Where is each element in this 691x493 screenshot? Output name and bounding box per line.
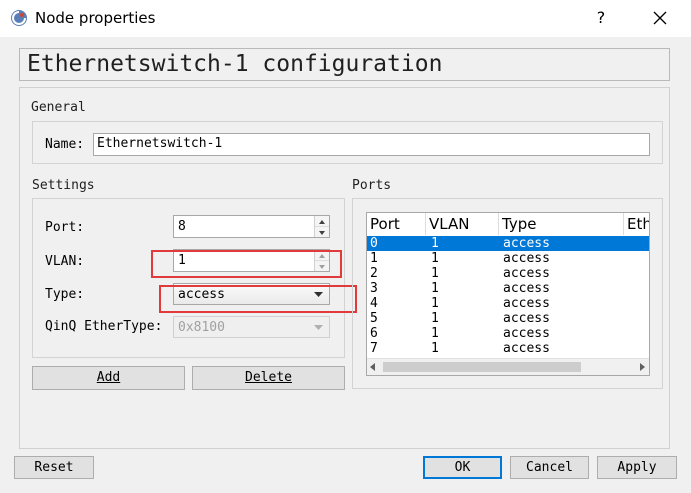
table-row[interactable]: 1 1 access — [367, 251, 649, 266]
column-header-type[interactable]: Type — [499, 213, 624, 235]
cell-vlan: 1 — [431, 236, 439, 251]
table-row[interactable]: 4 1 access — [367, 296, 649, 311]
cell-vlan: 1 — [431, 326, 439, 341]
delete-button-label: Delete — [245, 370, 292, 385]
port-decrement[interactable] — [315, 227, 329, 238]
cell-vlan: 1 — [431, 251, 439, 266]
cell-vlan: 1 — [431, 281, 439, 296]
reset-button[interactable]: Reset — [14, 456, 94, 479]
port-label: Port: — [45, 220, 85, 235]
column-header-port[interactable]: Port — [367, 213, 426, 235]
cell-type: access — [503, 311, 550, 326]
port-spinbox[interactable]: 8 — [173, 215, 330, 238]
highlight-box-type — [159, 285, 357, 313]
qinq-label: QinQ EtherType: — [45, 319, 163, 334]
name-label: Name: — [45, 137, 85, 152]
column-header-vlan[interactable]: VLAN — [426, 213, 499, 235]
port-spin-buttons — [314, 216, 329, 237]
cell-type: access — [503, 266, 550, 281]
cell-vlan: 1 — [431, 266, 439, 281]
ok-button[interactable]: OK — [423, 456, 502, 479]
cell-type: access — [503, 326, 550, 341]
table-row[interactable]: 5 1 access — [367, 311, 649, 326]
cell-port: 1 — [370, 251, 378, 266]
cell-type: access — [503, 281, 550, 296]
add-button-label: Add — [96, 370, 121, 385]
table-row[interactable]: 0 1 access — [367, 236, 649, 251]
vlan-label: VLAN: — [45, 254, 85, 269]
cell-type: access — [503, 236, 550, 251]
scroll-right-icon[interactable] — [639, 363, 645, 371]
type-label: Type: — [45, 287, 85, 302]
page-title: Ethernetswitch-1 configuration — [27, 51, 443, 77]
close-icon — [653, 11, 667, 25]
close-button[interactable] — [645, 4, 675, 32]
general-group-label: General — [31, 100, 86, 115]
horizontal-scrollbar[interactable] — [367, 358, 649, 375]
cell-port: 5 — [370, 311, 378, 326]
cell-port: 0 — [370, 236, 378, 251]
table-row[interactable]: 2 1 access — [367, 266, 649, 281]
cell-type: access — [503, 341, 550, 356]
port-value: 8 — [178, 219, 186, 234]
table-row[interactable]: 3 1 access — [367, 281, 649, 296]
settings-group-label: Settings — [32, 178, 95, 193]
cell-vlan: 1 — [431, 296, 439, 311]
app-icon — [11, 10, 27, 26]
cell-vlan: 1 — [431, 311, 439, 326]
qinq-dropdown[interactable]: 0x8100 — [173, 316, 330, 338]
table-row[interactable]: 7 1 access — [367, 341, 649, 356]
cell-type: access — [503, 251, 550, 266]
help-button[interactable]: ? — [586, 4, 616, 32]
qinq-value: 0x8100 — [178, 320, 225, 335]
port-increment[interactable] — [315, 216, 329, 227]
cancel-button[interactable]: Cancel — [510, 456, 589, 479]
name-field[interactable]: Ethernetswitch-1 — [93, 133, 650, 156]
cell-port: 6 — [370, 326, 378, 341]
add-button[interactable]: Add — [32, 366, 185, 390]
cell-vlan: 1 — [431, 341, 439, 356]
cell-port: 3 — [370, 281, 378, 296]
cell-type: access — [503, 296, 550, 311]
arrow-up-icon — [319, 220, 325, 224]
ports-group-label: Ports — [352, 178, 392, 193]
apply-button[interactable]: Apply — [597, 456, 677, 479]
scrollbar-thumb[interactable] — [383, 362, 581, 372]
window-title: Node properties — [35, 9, 156, 27]
ports-table[interactable]: Port VLAN Type Eth 0 1 access 1 1 access 2 1 acc… — [366, 212, 650, 376]
arrow-down-icon — [319, 230, 325, 235]
delete-button[interactable]: Delete — [192, 366, 345, 390]
table-row[interactable]: 6 1 access — [367, 326, 649, 341]
cell-port: 4 — [370, 296, 378, 311]
chevron-down-icon — [314, 325, 323, 330]
scroll-left-icon[interactable] — [370, 363, 376, 371]
column-header-eth[interactable]: Eth — [624, 213, 649, 235]
cell-port: 7 — [370, 341, 378, 356]
cell-port: 2 — [370, 266, 378, 281]
highlight-box-vlan — [151, 250, 342, 278]
